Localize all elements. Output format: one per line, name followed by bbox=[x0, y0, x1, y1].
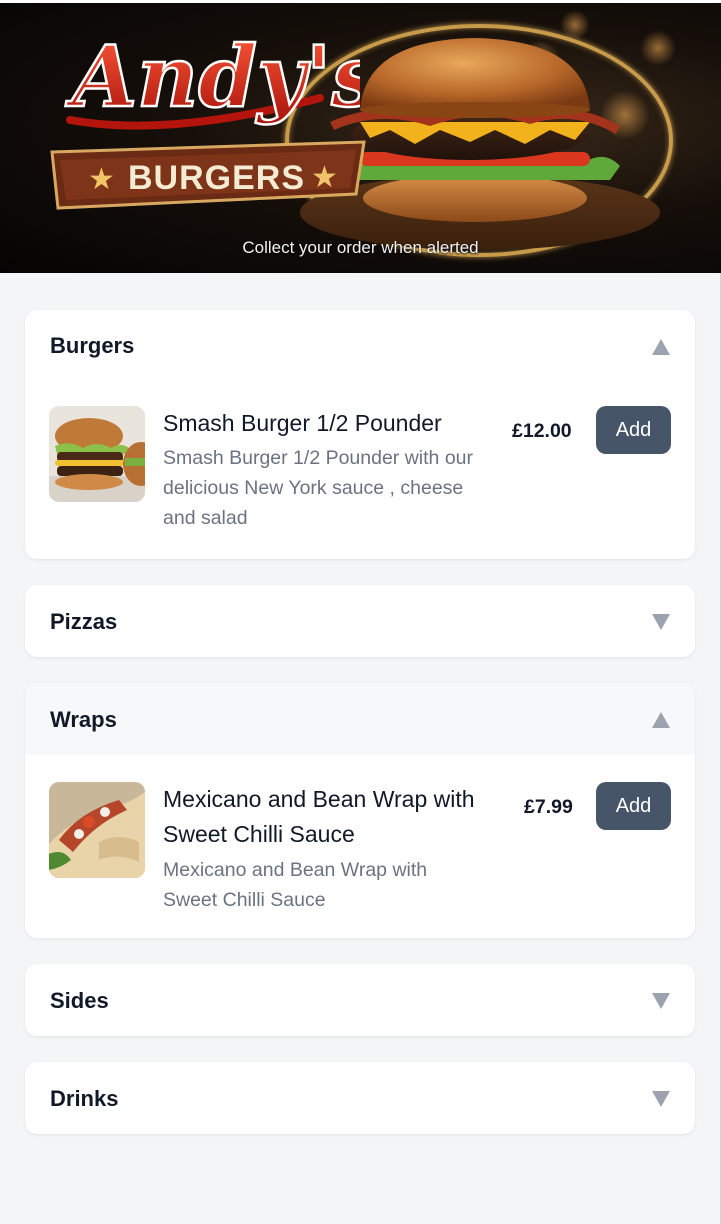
item-price: £7.99 bbox=[524, 796, 573, 818]
wrap-photo-icon bbox=[49, 782, 145, 878]
chevron-down-icon bbox=[652, 1091, 670, 1107]
andys-logo-text: Andy's bbox=[65, 27, 360, 126]
add-to-order-button[interactable]: Add bbox=[596, 406, 671, 454]
add-to-order-button[interactable]: Add bbox=[596, 782, 671, 830]
wrap-thumbnail bbox=[49, 782, 145, 878]
item-description: Smash Burger 1/2 Pounder with our delici… bbox=[163, 447, 474, 529]
burgers-ribbon: ★ ★ BURGERS bbox=[50, 140, 366, 210]
burger-thumbnail bbox=[49, 406, 145, 502]
category-card-wraps: Wraps Mexicano and Bean Wrap with Sweet … bbox=[25, 683, 695, 938]
star-icon: ★ bbox=[311, 160, 338, 195]
burger-photo-icon bbox=[49, 406, 145, 502]
header-banner: Andy's ★ ★ BURGERS Collect your order wh… bbox=[0, 0, 721, 273]
category-header-burgers[interactable]: Burgers bbox=[25, 310, 695, 383]
ribbon-text: BURGERS bbox=[128, 159, 305, 197]
category-header-drinks[interactable]: Drinks bbox=[25, 1062, 695, 1134]
banner-top-border bbox=[0, 0, 721, 3]
category-title: Pizzas bbox=[50, 609, 118, 634]
menu-item-mexicano-wrap: Mexicano and Bean Wrap with Sweet Chilli… bbox=[25, 782, 695, 922]
bokeh-light bbox=[640, 30, 676, 66]
item-description: Mexicano and Bean Wrap with Sweet Chilli… bbox=[163, 859, 428, 911]
andys-logo: Andy's bbox=[64, 26, 360, 130]
category-card-burgers: Burgers Smash Burger 1/2 Pounder Smash B… bbox=[25, 310, 695, 559]
category-header-pizzas[interactable]: Pizzas bbox=[25, 585, 695, 657]
chevron-down-icon bbox=[652, 993, 670, 1009]
category-title: Sides bbox=[50, 988, 109, 1013]
category-header-sides[interactable]: Sides bbox=[25, 964, 695, 1036]
category-title: Drinks bbox=[50, 1086, 119, 1111]
category-card-drinks: Drinks bbox=[25, 1062, 695, 1134]
item-name: Mexicano and Bean Wrap with Sweet Chilli… bbox=[163, 786, 475, 847]
chevron-down-icon bbox=[652, 614, 670, 630]
star-icon: ★ bbox=[88, 162, 115, 197]
category-header-wraps[interactable]: Wraps bbox=[25, 683, 695, 755]
category-title: Wraps bbox=[50, 707, 117, 732]
chevron-up-icon bbox=[652, 712, 670, 728]
item-name: Smash Burger 1/2 Pounder bbox=[163, 410, 442, 436]
item-price: £12.00 bbox=[512, 420, 572, 442]
category-title: Burgers bbox=[50, 333, 135, 358]
menu-item-smash-burger: Smash Burger 1/2 Pounder Smash Burger 1/… bbox=[25, 406, 695, 546]
order-tagline: Collect your order when alerted bbox=[242, 238, 479, 257]
category-card-sides: Sides bbox=[25, 964, 695, 1036]
category-card-pizzas: Pizzas bbox=[25, 585, 695, 657]
chevron-up-icon bbox=[652, 339, 670, 355]
